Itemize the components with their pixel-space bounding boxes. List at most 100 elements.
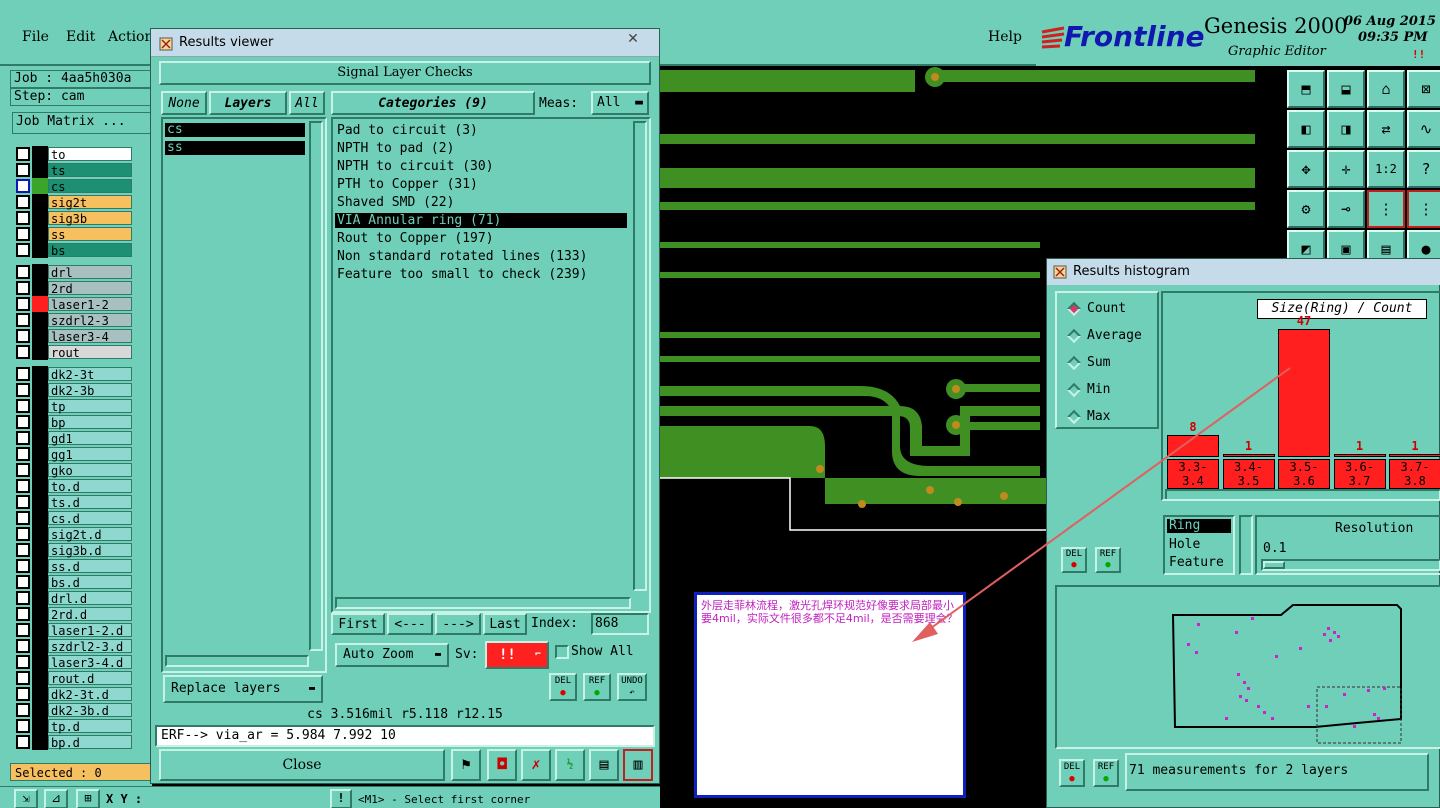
- layer-name[interactable]: laser1-2: [48, 297, 132, 312]
- layer-row-laser3-4[interactable]: laser3-4: [14, 328, 132, 344]
- layer-color-swatch[interactable]: [32, 542, 48, 558]
- layer-row-drl[interactable]: drl: [14, 264, 132, 280]
- layer-name[interactable]: sig2t.d: [48, 527, 132, 542]
- layer-row-laser1-2.d[interactable]: laser1-2.d: [14, 622, 132, 638]
- layer-row-sig2t[interactable]: sig2t: [14, 194, 132, 210]
- layer-name[interactable]: cs: [48, 179, 132, 194]
- layer-name[interactable]: sig3b.d: [48, 543, 132, 558]
- radio-count[interactable]: Count: [1066, 301, 1126, 316]
- layer-checkbox[interactable]: [16, 195, 30, 209]
- layer-row-cs.d[interactable]: cs.d: [14, 510, 132, 526]
- layer-checkbox[interactable]: [16, 345, 30, 359]
- prev-button[interactable]: <---: [387, 613, 433, 635]
- radio-max[interactable]: Max: [1066, 409, 1110, 424]
- layer-color-swatch[interactable]: [32, 462, 48, 478]
- layer-checkbox[interactable]: [16, 329, 30, 343]
- category-list[interactable]: Pad to circuit (3) NPTH to pad (2) NPTH to…: [331, 117, 651, 613]
- layer-name[interactable]: drl: [48, 265, 132, 280]
- tool-net2-icon[interactable]: ⋮: [1407, 190, 1440, 228]
- layer-color-swatch[interactable]: [32, 312, 48, 328]
- histogram-bar[interactable]: [1222, 454, 1275, 457]
- layer-row-szdrl2-3[interactable]: szdrl2-3: [14, 312, 132, 328]
- layer-checkbox[interactable]: [16, 313, 30, 327]
- field-ring[interactable]: Ring: [1167, 519, 1231, 533]
- layer-name[interactable]: bs.d: [48, 575, 132, 590]
- layer-checkbox[interactable]: [16, 281, 30, 295]
- layer-row-rout[interactable]: rout: [14, 344, 132, 360]
- layer-row-dk2-3t[interactable]: dk2-3t: [14, 366, 132, 382]
- job-matrix-button[interactable]: Job Matrix ...: [12, 112, 154, 134]
- layer-name[interactable]: ts: [48, 163, 132, 178]
- tool-net-icon[interactable]: ⋮: [1367, 190, 1405, 228]
- layer-checkbox[interactable]: [16, 639, 30, 653]
- layer-checkbox[interactable]: [16, 607, 30, 621]
- radio-average[interactable]: Average: [1066, 328, 1142, 343]
- layer-list-vscroll[interactable]: [309, 121, 323, 651]
- layer-color-swatch[interactable]: [32, 654, 48, 670]
- layer-color-swatch[interactable]: [32, 494, 48, 510]
- layer-name[interactable]: dk2-3t.d: [48, 687, 132, 702]
- tool-probe-icon[interactable]: ⊸: [1327, 190, 1365, 228]
- category-item[interactable]: PTH to Copper (31): [335, 177, 478, 192]
- layer-checkbox[interactable]: [16, 559, 30, 573]
- tool-wave-icon[interactable]: ∿: [1407, 110, 1440, 148]
- map-del-button[interactable]: DEL ●: [1059, 759, 1085, 787]
- layer-color-swatch[interactable]: [32, 702, 48, 718]
- layer-checkbox[interactable]: [16, 163, 30, 177]
- layer-name[interactable]: rout: [48, 345, 132, 360]
- layer-name[interactable]: laser3-4.d: [48, 655, 132, 670]
- layer-name[interactable]: ss.d: [48, 559, 132, 574]
- menu-file[interactable]: File: [22, 29, 49, 45]
- layer-name[interactable]: ss: [48, 227, 132, 242]
- layer-name[interactable]: gd1: [48, 431, 132, 446]
- layer-item-cs[interactable]: cs: [165, 123, 305, 137]
- layer-checkbox[interactable]: [16, 463, 30, 477]
- layer-checkbox[interactable]: [16, 367, 30, 381]
- layer-row-ss.d[interactable]: ss.d: [14, 558, 132, 574]
- histogram-ref-button[interactable]: REF ●: [1095, 547, 1121, 573]
- layer-checkbox[interactable]: [16, 431, 30, 445]
- layer-checkbox[interactable]: [16, 511, 30, 525]
- menu-edit[interactable]: Edit: [66, 29, 95, 45]
- none-button[interactable]: None: [161, 91, 207, 115]
- category-item[interactable]: Feature too small to check (239): [335, 267, 587, 282]
- tool-scale-icon[interactable]: 1:2: [1367, 150, 1405, 188]
- layer-row-sig2t.d[interactable]: sig2t.d: [14, 526, 132, 542]
- layer-checkbox[interactable]: [16, 671, 30, 685]
- layer-color-swatch[interactable]: [32, 162, 48, 178]
- layer-row-to[interactable]: to: [14, 146, 132, 162]
- category-item[interactable]: Pad to circuit (3): [335, 123, 478, 138]
- layer-name[interactable]: sig2t: [48, 195, 132, 210]
- severity-dropdown[interactable]: !! ⌐: [485, 641, 549, 669]
- layer-checkbox[interactable]: [16, 479, 30, 493]
- layer-checkbox[interactable]: [16, 383, 30, 397]
- layer-checkbox[interactable]: [16, 703, 30, 717]
- status-measure-icon[interactable]: ⊿: [44, 789, 68, 808]
- layer-row-2rd[interactable]: 2rd: [14, 280, 132, 296]
- layer-checkbox[interactable]: [16, 527, 30, 541]
- layer-color-swatch[interactable]: [32, 382, 48, 398]
- layer-row-ts[interactable]: ts: [14, 162, 132, 178]
- layer-color-swatch[interactable]: [32, 686, 48, 702]
- layer-list-hscroll[interactable]: [165, 655, 309, 667]
- layer-checkbox[interactable]: [16, 735, 30, 749]
- layer-color-swatch[interactable]: [32, 264, 48, 280]
- layer-name[interactable]: laser3-4: [48, 329, 132, 344]
- menu-actions[interactable]: Action: [108, 29, 154, 45]
- category-hscroll[interactable]: [335, 597, 631, 609]
- layer-row-laser3-4.d[interactable]: laser3-4.d: [14, 654, 132, 670]
- layers-button[interactable]: Layers: [209, 91, 287, 115]
- histogram-icon[interactable]: ▥: [623, 749, 653, 781]
- layer-row-gd1[interactable]: gd1: [14, 430, 132, 446]
- layer-color-swatch[interactable]: [32, 526, 48, 542]
- meas-dropdown[interactable]: All ▬: [591, 91, 649, 115]
- layer-row-tp.d[interactable]: tp.d: [14, 718, 132, 734]
- layer-color-swatch[interactable]: [32, 574, 48, 590]
- status-grid-icon[interactable]: ⊞: [76, 789, 100, 808]
- field-hole[interactable]: Hole: [1169, 537, 1200, 552]
- layer-checkbox[interactable]: [16, 447, 30, 461]
- layer-color-swatch[interactable]: [32, 242, 48, 258]
- layer-row-bs[interactable]: bs: [14, 242, 132, 258]
- tool-grid-icon[interactable]: ⊠: [1407, 70, 1440, 108]
- layer-name[interactable]: drl.d: [48, 591, 132, 606]
